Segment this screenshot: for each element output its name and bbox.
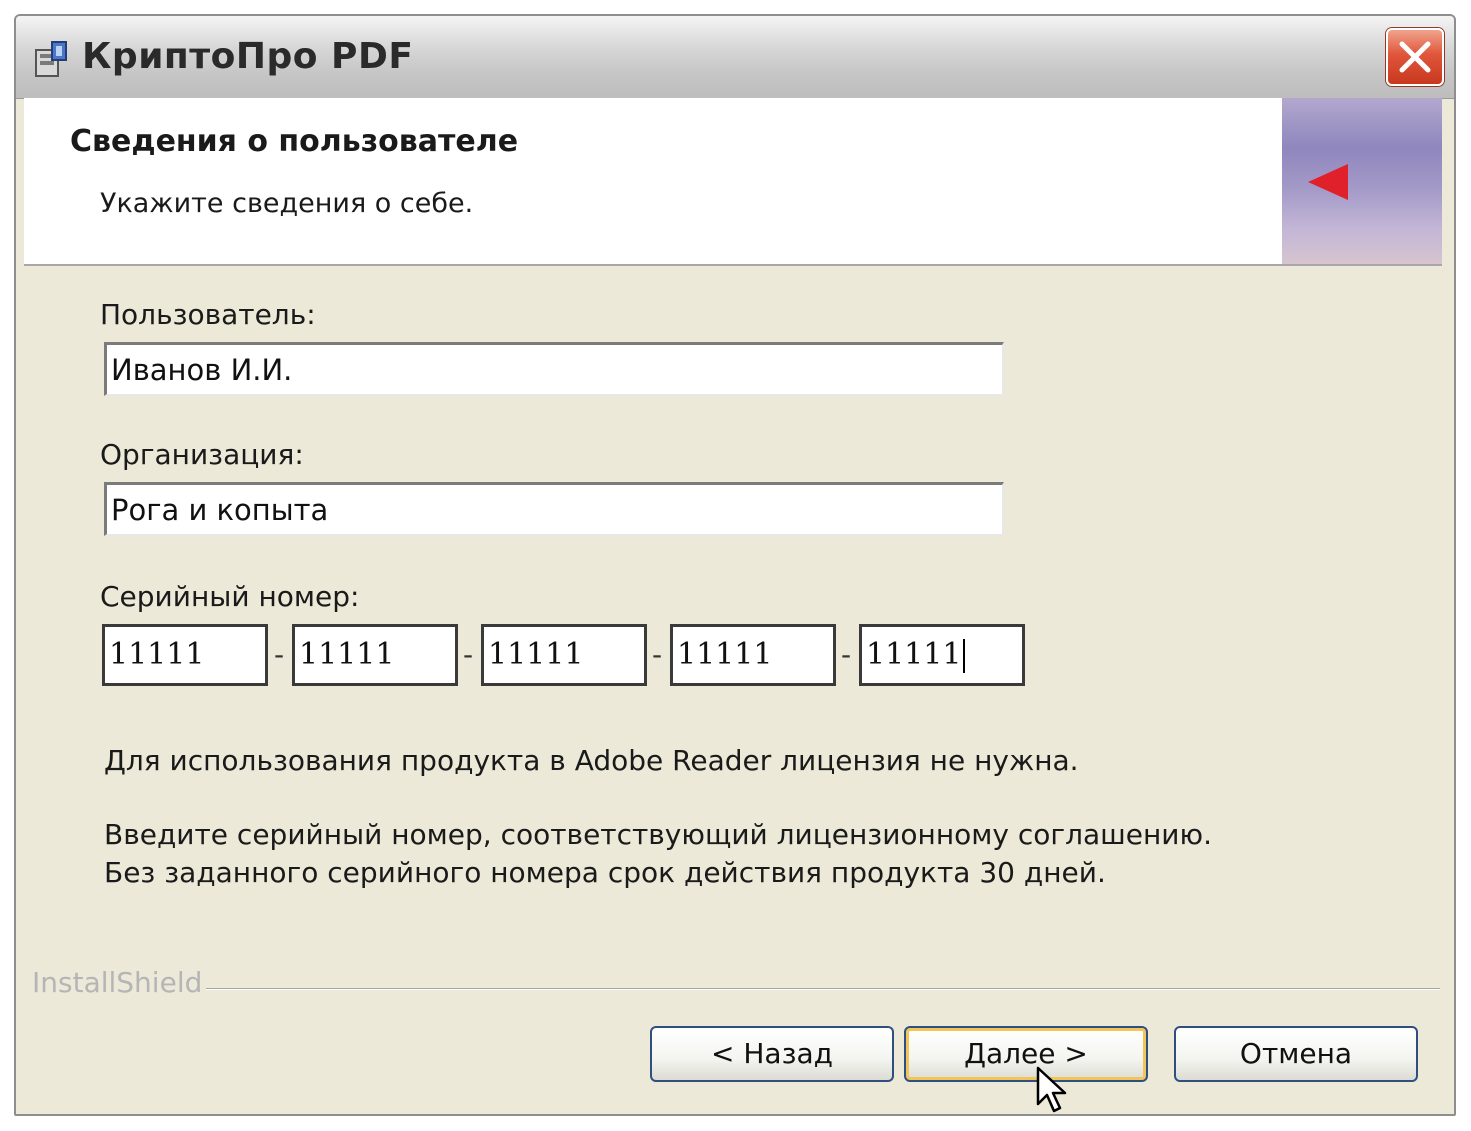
serial-field-5[interactable]: 11111 <box>859 624 1025 686</box>
mouse-cursor-icon <box>1036 1066 1067 1113</box>
serial-label-text: Серийный номер: <box>100 580 360 613</box>
serial-field-1[interactable]: 11111 <box>102 624 268 686</box>
serial-separator: - <box>841 638 852 671</box>
user-input[interactable]: Иванов И.И. <box>104 342 1004 396</box>
organization-input[interactable]: Рога и копыта <box>104 482 1004 536</box>
serial-instruction: Введите серийный номер, соответствующий … <box>104 818 1212 851</box>
installer-dialog: КриптоПро PDF Сведения о пользователе Ук… <box>14 14 1456 1116</box>
serial-field-4[interactable]: 11111 <box>670 624 836 686</box>
trial-note: Без заданного серийного номера срок дейс… <box>104 856 1106 889</box>
license-note: Для использования продукта в Adobe Reade… <box>104 744 1079 777</box>
red-arrow-icon <box>1308 164 1348 200</box>
organization-label: Организация: <box>100 438 304 471</box>
serial-label: Серийный номер: <box>100 580 359 613</box>
text-caret <box>963 639 966 673</box>
user-label-text: Пользователь: <box>100 298 316 331</box>
banner-graphic <box>1282 98 1442 264</box>
serial-separator: - <box>652 638 663 671</box>
title-bar[interactable]: КриптоПро PDF <box>16 16 1454 99</box>
serial-field-5-text: 11111 <box>866 637 962 672</box>
footer-divider <box>206 988 1440 990</box>
page-title: Сведения о пользователе <box>70 124 519 159</box>
serial-separator: - <box>274 638 285 671</box>
page-subtitle: Укажите сведения о себе. <box>100 188 474 219</box>
organization-label-text: Организация: <box>100 438 304 471</box>
close-button[interactable] <box>1386 28 1444 86</box>
header-banner: Сведения о пользователе Укажите сведения… <box>24 98 1442 266</box>
cancel-button[interactable]: Отмена <box>1174 1026 1418 1082</box>
user-label: Пользователь: <box>100 298 316 331</box>
serial-field-3[interactable]: 11111 <box>481 624 647 686</box>
next-button[interactable]: Далее > <box>904 1026 1148 1082</box>
installshield-brand: InstallShield <box>32 966 203 999</box>
installer-icon <box>30 38 72 80</box>
serial-separator: - <box>463 638 474 671</box>
back-button[interactable]: < Назад <box>650 1026 894 1082</box>
serial-field-2[interactable]: 11111 <box>292 624 458 686</box>
close-icon <box>1399 41 1431 73</box>
window-title: КриптоПро PDF <box>82 36 414 77</box>
